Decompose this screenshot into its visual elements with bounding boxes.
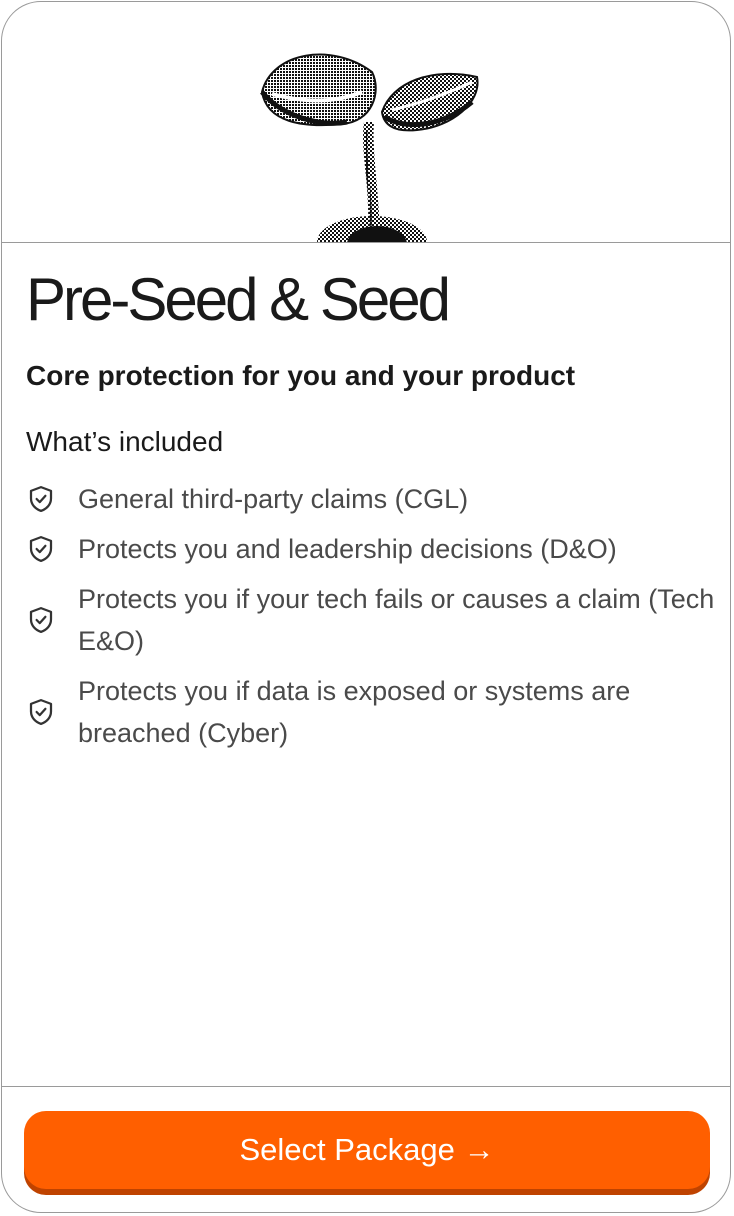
card-footer: Select Package → xyxy=(2,1086,730,1212)
included-heading: What’s included xyxy=(26,426,224,457)
select-package-button[interactable]: Select Package → xyxy=(24,1111,710,1189)
list-item: General third-party claims (CGL) xyxy=(26,478,716,520)
feature-text: Protects you and leadership decisions (D… xyxy=(78,534,617,564)
feature-text: Protects you if data is exposed or syste… xyxy=(78,676,631,748)
package-title: Pre-Seed & Seed xyxy=(26,266,451,333)
shield-check-icon xyxy=(29,607,53,633)
hero-illustration xyxy=(2,2,730,243)
feature-text: General third-party claims (CGL) xyxy=(78,484,469,514)
feature-list: General third-party claims (CGL) Protect… xyxy=(26,478,716,762)
package-subtitle: Core protection for you and your product xyxy=(26,360,576,391)
seedling-illustration xyxy=(260,53,479,242)
list-item: Protects you and leadership decisions (D… xyxy=(26,528,716,570)
list-item: Protects you if data is exposed or syste… xyxy=(26,670,716,754)
package-card: Pre-Seed & Seed Core protection for you … xyxy=(1,1,731,1213)
shield-check-icon xyxy=(29,699,53,725)
shield-check-icon xyxy=(29,486,53,512)
list-item: Protects you if your tech fails or cause… xyxy=(26,578,716,662)
feature-text: Protects you if your tech fails or cause… xyxy=(78,584,715,656)
shield-check-icon xyxy=(29,536,53,562)
